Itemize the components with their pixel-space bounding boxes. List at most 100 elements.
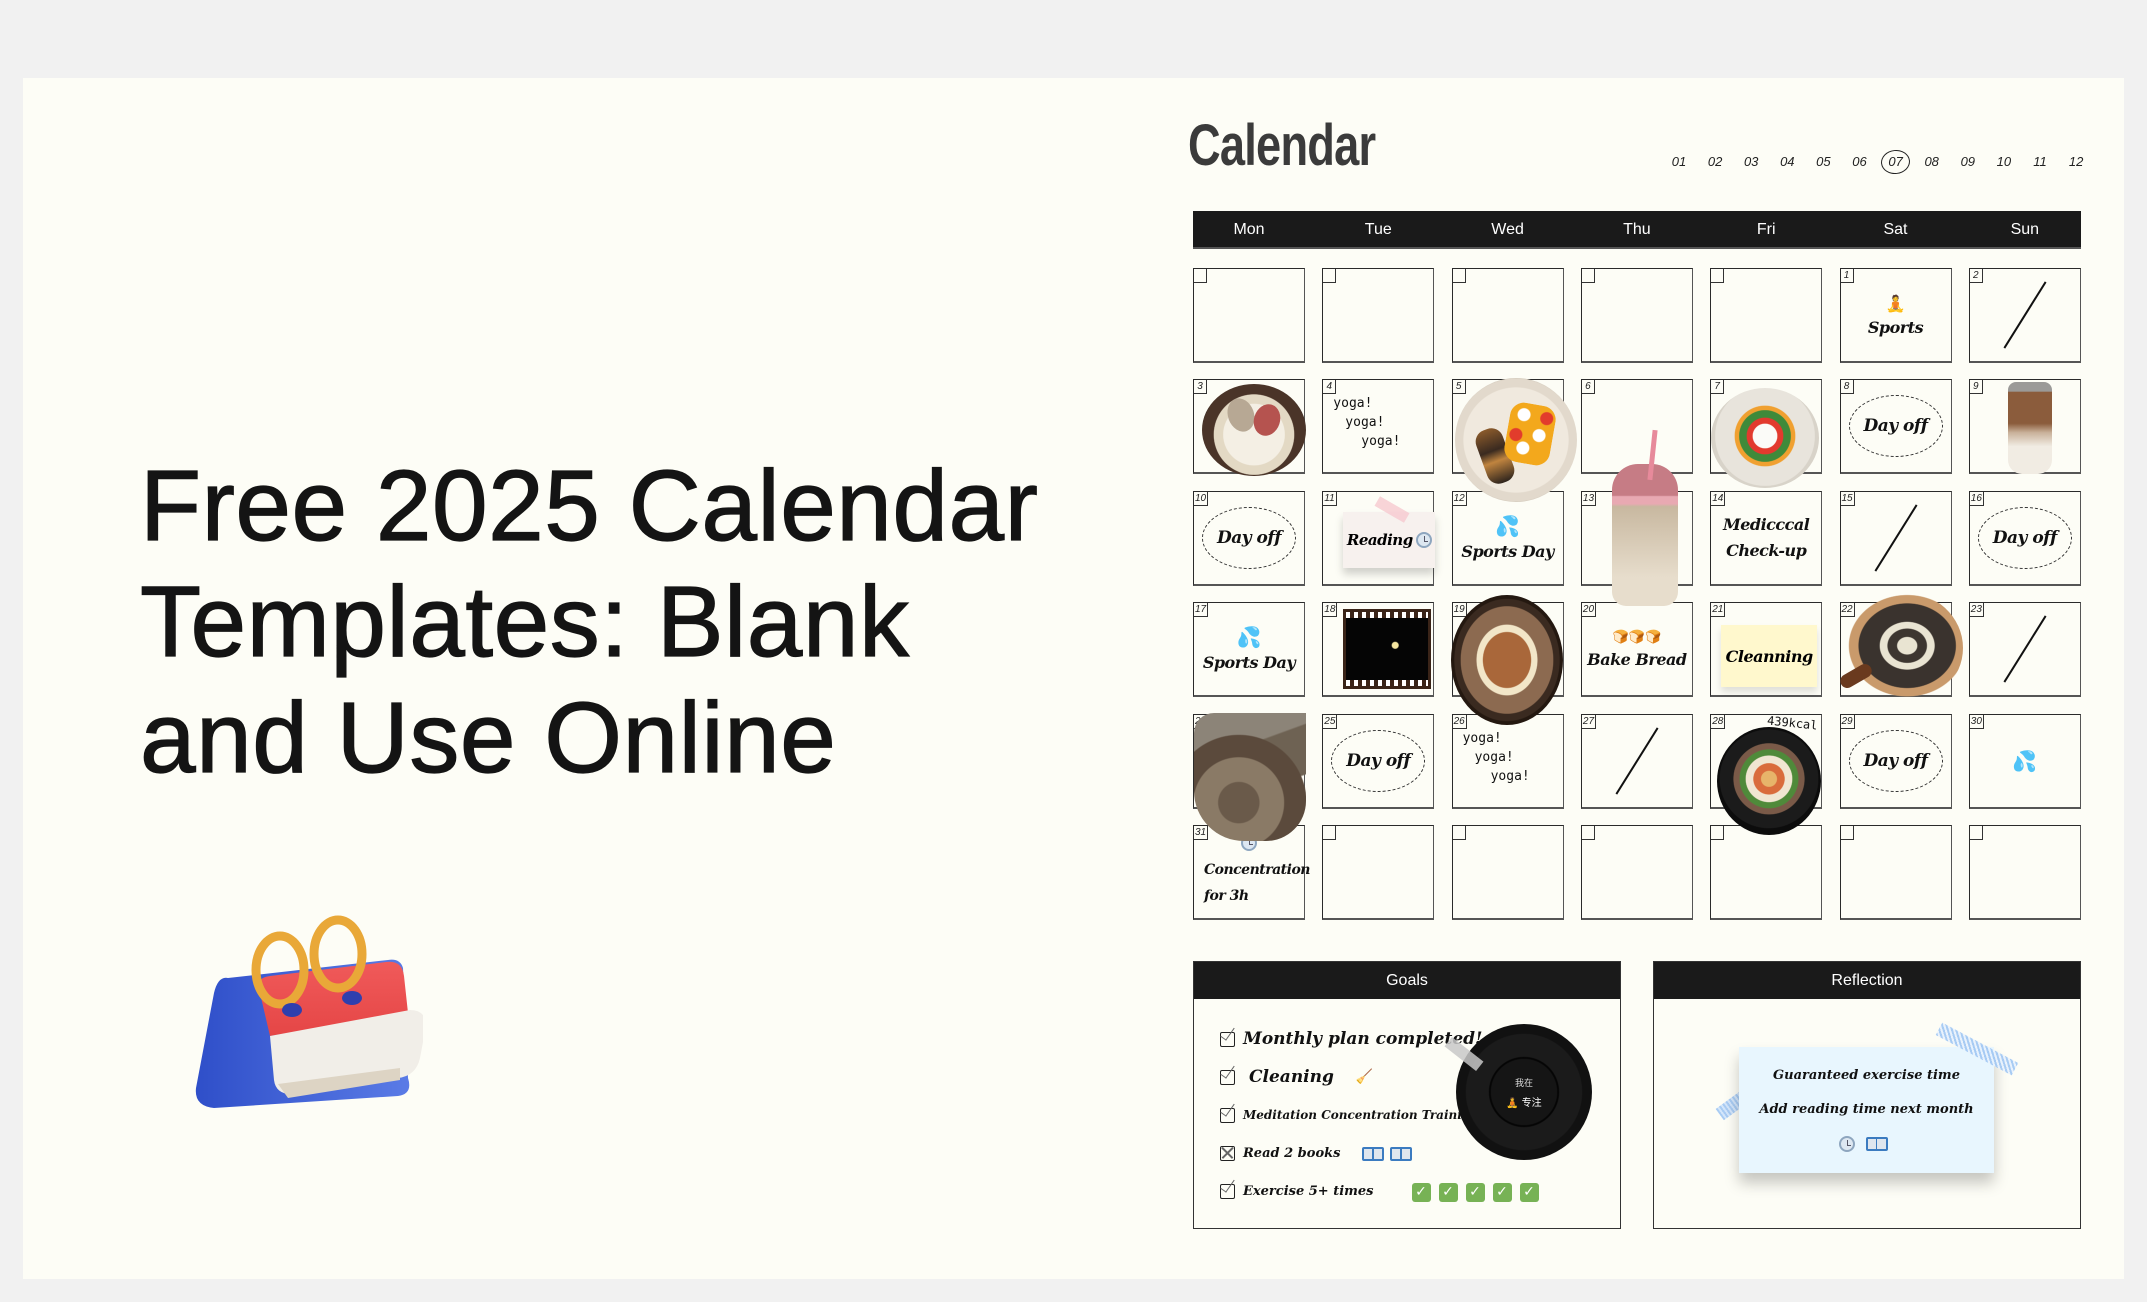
day-cell-15[interactable]: 15 <box>1839 490 1952 586</box>
month-09[interactable]: 09 <box>1952 150 1984 174</box>
month-01[interactable]: 01 <box>1663 150 1695 174</box>
day-cell-14[interactable]: 14 Medicccal Check-up <box>1710 490 1823 586</box>
day-cell-12[interactable]: 12 💦 Sports Day <box>1451 490 1564 586</box>
cell-label-line: Medicccal <box>1723 514 1810 534</box>
empty-cell[interactable] <box>1839 825 1952 920</box>
slash-mark <box>2003 281 2047 349</box>
checkbox-crossed[interactable] <box>1220 1145 1235 1161</box>
day-number <box>1452 826 1466 840</box>
day-cell-4[interactable]: 4 yoga! yoga! yoga! <box>1322 379 1435 475</box>
cell-content: yoga! yoga! yoga! <box>1323 380 1433 472</box>
day-cell-13[interactable]: 13 <box>1580 463 1693 606</box>
month-11[interactable]: 11 <box>2024 150 2056 174</box>
day-cell-23[interactable]: 23 <box>1968 602 2081 698</box>
month-04[interactable]: 04 <box>1771 150 1803 174</box>
empty-cell[interactable] <box>1580 268 1693 363</box>
day-cell-17[interactable]: 17 💦 Sports Day <box>1193 602 1305 698</box>
month-03[interactable]: 03 <box>1735 150 1767 174</box>
empty-cell[interactable] <box>1193 268 1305 363</box>
day-cell-21[interactable]: 21 Cleanning <box>1710 602 1823 698</box>
day-number: 9 <box>1969 380 1983 395</box>
month-07[interactable]: 07 <box>1880 150 1912 174</box>
yoga-line: yoga! <box>1490 768 1530 784</box>
day-cell-5[interactable]: 5 <box>1451 378 1577 503</box>
cell-label: Sports Day <box>1461 541 1554 561</box>
day-number: 31 <box>1194 826 1209 840</box>
book-icon <box>1362 1147 1385 1161</box>
day-cell-25[interactable]: 25 Day off <box>1322 713 1435 809</box>
day-cell-8[interactable]: 8 Day off <box>1839 379 1952 475</box>
film-moon-photo <box>1343 609 1432 690</box>
day-cell-19[interactable]: 19 <box>1450 595 1564 726</box>
cell-content <box>1970 603 2080 695</box>
month-08[interactable]: 08 <box>1916 150 1948 174</box>
day-number: 23 <box>1969 603 1984 618</box>
reflection-title: Reflection <box>1654 962 2080 999</box>
hero-title-line-2: Templates: Blank <box>139 565 910 678</box>
pizza-board-photo <box>1838 591 1963 706</box>
day-cell-7[interactable]: 7 <box>1710 379 1823 489</box>
day-number: 4 <box>1323 380 1337 395</box>
sticky-note: Cleanning <box>1721 625 1818 688</box>
day-number: 13 <box>1581 491 1597 506</box>
checkbox-checked[interactable] <box>1220 1107 1235 1123</box>
cell-content: 💦 <box>1970 715 2080 807</box>
month-06[interactable]: 06 <box>1844 150 1876 174</box>
checkbox-checked[interactable] <box>1220 1031 1235 1047</box>
goal-item[interactable]: Exercise 5+ times ✓ ✓ ✓ ✓ ✓ <box>1220 1172 1547 1210</box>
goal-label: Cleaning <box>1249 1067 1334 1087</box>
cell-content: Day off <box>1970 492 2080 584</box>
hero-title-line-3: and Use Online <box>139 681 837 794</box>
empty-cell[interactable] <box>1451 825 1564 920</box>
day-cell-10[interactable]: 10 Day off <box>1193 490 1305 586</box>
weekday-sun: Sun <box>2010 221 2040 238</box>
day-cell-16[interactable]: 16 Day off <box>1968 490 2081 586</box>
day-cell-27[interactable]: 27 <box>1580 713 1693 809</box>
day-cell-26[interactable]: 26 yoga! yoga! yoga! <box>1451 713 1564 809</box>
day-cell-3[interactable]: 3 <box>1193 379 1306 477</box>
month-10[interactable]: 10 <box>1988 150 2020 174</box>
cell-label: Sports Day <box>1202 653 1296 673</box>
slash-mark <box>2003 615 2047 683</box>
checkbox-checked[interactable] <box>1220 1069 1235 1085</box>
day-cell-22[interactable]: 22 <box>1838 591 1963 706</box>
month-05[interactable]: 05 <box>1807 150 1839 174</box>
day-number: 2 <box>1969 269 1983 283</box>
day-number: 8 <box>1840 380 1854 395</box>
goal-label: Exercise 5+ times <box>1243 1183 1374 1199</box>
checkbox-checked[interactable] <box>1220 1183 1235 1199</box>
day-cell-20[interactable]: 20 🍞🍞🍞 Bake Bread <box>1580 602 1693 698</box>
day-cell-18[interactable]: 18 <box>1322 602 1435 698</box>
day-number <box>1452 269 1466 283</box>
month-02[interactable]: 02 <box>1699 150 1731 174</box>
granola-bowl-photo <box>1450 595 1563 726</box>
cell-content: yoga! yoga! yoga! <box>1453 715 1563 807</box>
day-cell-1[interactable]: 1 🧘 Sports <box>1839 268 1952 363</box>
empty-cell[interactable] <box>1710 825 1823 920</box>
yoga-line: yoga! <box>1361 434 1401 450</box>
month-12[interactable]: 12 <box>2060 150 2092 174</box>
empty-cell[interactable] <box>1710 268 1823 363</box>
reflection-sticky-note[interactable]: Guaranteed exercise time Add reading tim… <box>1739 1047 1994 1173</box>
day-cell-9[interactable]: 9 <box>1968 379 2081 475</box>
day-number <box>1581 826 1595 840</box>
empty-cell[interactable] <box>1968 825 2081 920</box>
day-cell-2[interactable]: 2 <box>1968 268 2081 363</box>
yoga-line: yoga! <box>1333 396 1373 412</box>
day-cell-11[interactable]: 11 Reading <box>1322 490 1436 586</box>
cell-content <box>1970 826 2080 918</box>
green-checks: ✓ ✓ ✓ ✓ ✓ <box>1411 1181 1547 1202</box>
note-label: Reading <box>1346 530 1413 549</box>
empty-cell[interactable] <box>1580 825 1693 920</box>
empty-cell[interactable] <box>1322 268 1435 363</box>
empty-cell[interactable] <box>1451 268 1564 363</box>
day-cell-28[interactable]: 28 439kcal <box>1710 713 1823 835</box>
day-cell-30[interactable]: 30 💦 <box>1968 713 2081 809</box>
day-cell-6[interactable]: 6 <box>1580 379 1693 475</box>
day-number <box>1323 826 1337 840</box>
hero-title-line-1: Free 2025 Calendar <box>139 449 1039 562</box>
day-cell-24[interactable]: 24 <box>1193 712 1306 841</box>
weekday-tue: Tue <box>1364 221 1392 238</box>
empty-cell[interactable] <box>1322 825 1435 920</box>
day-cell-29[interactable]: 29 Day off <box>1839 713 1952 809</box>
